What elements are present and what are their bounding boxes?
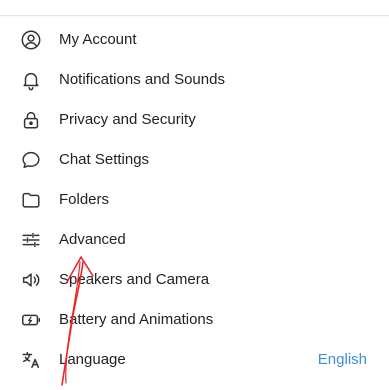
speaker-icon <box>20 269 42 291</box>
menu-item-label: My Account <box>59 31 137 48</box>
menu-item-label: Advanced <box>59 231 126 248</box>
menu-item-speakers-camera[interactable]: Speakers and Camera <box>0 260 389 300</box>
menu-item-label: Speakers and Camera <box>59 271 210 288</box>
chat-bubble-icon <box>20 149 42 171</box>
battery-icon <box>20 309 42 331</box>
translate-icon <box>20 349 42 371</box>
language-value[interactable]: English <box>318 351 367 369</box>
menu-item-advanced[interactable]: Advanced <box>0 220 389 260</box>
menu-item-label: Privacy and Security <box>59 111 196 128</box>
menu-item-label: Language <box>59 351 126 368</box>
menu-item-language[interactable]: Language English <box>0 340 389 380</box>
menu-item-my-account[interactable]: My Account <box>0 20 389 60</box>
folder-icon <box>20 189 42 211</box>
menu-item-battery-animations[interactable]: Battery and Animations <box>0 300 389 340</box>
menu-item-label: Notifications and Sounds <box>59 71 225 88</box>
top-divider-strip <box>0 0 389 16</box>
settings-menu: My Account Notifications and Sounds Priv… <box>0 20 389 380</box>
menu-item-chat-settings[interactable]: Chat Settings <box>0 140 389 180</box>
menu-item-label: Chat Settings <box>59 151 150 168</box>
menu-item-folders[interactable]: Folders <box>0 180 389 220</box>
menu-item-privacy[interactable]: Privacy and Security <box>0 100 389 140</box>
lock-icon <box>20 109 42 131</box>
menu-item-label: Folders <box>59 191 110 208</box>
account-circle-icon <box>20 29 42 51</box>
bell-icon <box>20 69 42 91</box>
menu-item-label: Battery and Animations <box>59 311 214 328</box>
menu-item-notifications[interactable]: Notifications and Sounds <box>0 60 389 100</box>
sliders-icon <box>20 229 42 251</box>
